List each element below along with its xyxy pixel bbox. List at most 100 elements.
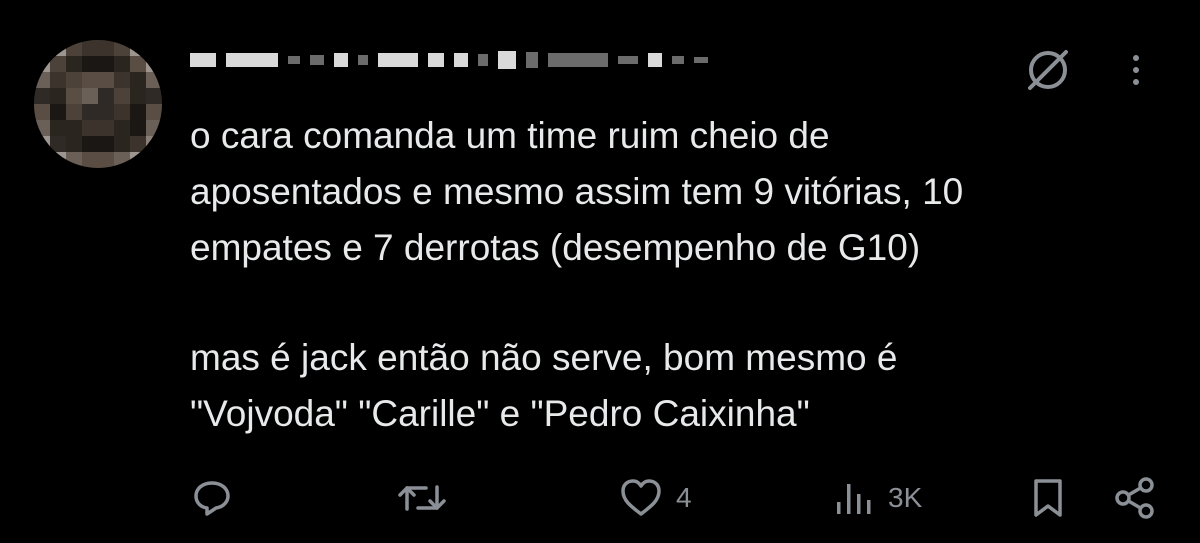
avatar-pixel <box>66 152 82 168</box>
post-line: "Vojvoda" "Carille" e "Pedro Caixinha" <box>190 393 810 434</box>
obscured-block <box>478 54 488 66</box>
avatar-pixel <box>66 136 82 152</box>
avatar-pixel <box>114 40 130 56</box>
reply-icon <box>190 476 234 520</box>
avatar-pixel <box>82 136 98 152</box>
avatar-pixel <box>114 120 130 136</box>
author-name-obscured[interactable] <box>190 38 870 82</box>
obscured-block <box>618 56 638 64</box>
post-text: o cara comanda um time ruim cheio de apo… <box>190 108 1150 442</box>
avatar-pixel <box>130 120 146 136</box>
obscured-block <box>310 55 324 65</box>
avatar-pixel <box>66 88 82 104</box>
avatar-pixel <box>146 120 162 136</box>
avatar-pixel <box>98 72 114 88</box>
avatar-pixel <box>34 72 50 88</box>
avatar-pixel <box>114 56 130 72</box>
bookmark-icon <box>1028 476 1068 520</box>
avatar-pixel <box>114 152 130 168</box>
avatar-pixel <box>82 72 98 88</box>
avatar-pixel <box>98 136 114 152</box>
obscured-block <box>334 53 348 67</box>
avatar-pixel <box>66 56 82 72</box>
avatar-pixel <box>34 88 50 104</box>
avatar-pixel <box>146 152 162 168</box>
views-count: 3K <box>888 482 923 513</box>
avatar-pixel <box>146 40 162 56</box>
avatar-pixel <box>98 88 114 104</box>
avatar-pixel <box>114 72 130 88</box>
avatar-pixel <box>146 72 162 88</box>
avatar-pixel <box>82 104 98 120</box>
post-line: aposentados e mesmo assim tem 9 vitórias… <box>190 171 964 212</box>
avatar-pixel <box>66 40 82 56</box>
obscured-block <box>454 53 468 67</box>
avatar-pixel <box>98 152 114 168</box>
avatar-pixel <box>82 88 98 104</box>
like-count: 4 <box>676 482 692 513</box>
obscured-block <box>694 57 708 63</box>
avatar[interactable] <box>34 40 162 168</box>
avatar-pixel <box>98 56 114 72</box>
avatar-pixel <box>130 152 146 168</box>
obscured-block <box>226 53 278 67</box>
avatar-pixel <box>130 136 146 152</box>
avatar-pixel <box>98 120 114 136</box>
avatar-pixel <box>146 104 162 120</box>
avatar-pixel <box>146 136 162 152</box>
post-line: mas é jack então não serve, bom mesmo é <box>190 337 898 378</box>
avatar-pixel <box>34 120 50 136</box>
avatar-pixel <box>114 136 130 152</box>
post-line: o cara comanda um time ruim cheio de <box>190 115 830 156</box>
avatar-pixel <box>82 56 98 72</box>
views-button[interactable]: 3K <box>832 470 922 526</box>
avatar-pixel <box>146 56 162 72</box>
obscured-block <box>672 56 684 64</box>
avatar-pixel <box>66 104 82 120</box>
avatar-pixel <box>82 152 98 168</box>
post-actions-bar: 4 3K <box>182 470 1172 526</box>
like-button[interactable]: 4 <box>618 470 692 526</box>
obscured-block <box>358 55 368 65</box>
bookmark-button[interactable] <box>1028 470 1068 526</box>
more-vertical-icon[interactable] <box>1128 48 1144 92</box>
obscured-block <box>288 56 300 64</box>
avatar-pixel <box>50 88 66 104</box>
obscured-block <box>548 53 608 67</box>
avatar-pixel <box>50 152 66 168</box>
obscured-block <box>378 53 418 67</box>
avatar-pixel <box>98 104 114 120</box>
avatar-pixel <box>34 152 50 168</box>
heart-icon <box>618 476 664 520</box>
avatar-pixel <box>82 40 98 56</box>
avatar-pixel <box>82 120 98 136</box>
avatar-pixel <box>66 72 82 88</box>
avatar-pixel <box>34 56 50 72</box>
avatar-pixel <box>50 136 66 152</box>
share-icon <box>1112 475 1158 521</box>
avatar-pixel <box>98 40 114 56</box>
avatar-pixel <box>50 56 66 72</box>
share-button[interactable] <box>1112 470 1158 526</box>
reply-button[interactable] <box>190 470 246 526</box>
avatar-pixel <box>50 40 66 56</box>
obscured-block <box>190 53 216 67</box>
avatar-pixel <box>130 88 146 104</box>
grok-icon[interactable] <box>1022 44 1074 96</box>
avatar-pixel <box>34 104 50 120</box>
avatar-pixel <box>114 88 130 104</box>
repost-icon <box>396 476 448 520</box>
avatar-pixel <box>34 40 50 56</box>
avatar-pixel <box>130 104 146 120</box>
avatar-pixel <box>50 72 66 88</box>
avatar-pixel <box>34 136 50 152</box>
avatar-pixel <box>130 40 146 56</box>
avatar-pixel <box>50 120 66 136</box>
avatar-pixel <box>50 104 66 120</box>
obscured-block <box>498 51 516 69</box>
views-icon <box>832 476 876 520</box>
repost-button[interactable] <box>396 470 460 526</box>
obscured-block <box>428 53 444 67</box>
avatar-pixel <box>146 88 162 104</box>
post-line: empates e 7 derrotas (desempenho de G10) <box>190 227 921 268</box>
